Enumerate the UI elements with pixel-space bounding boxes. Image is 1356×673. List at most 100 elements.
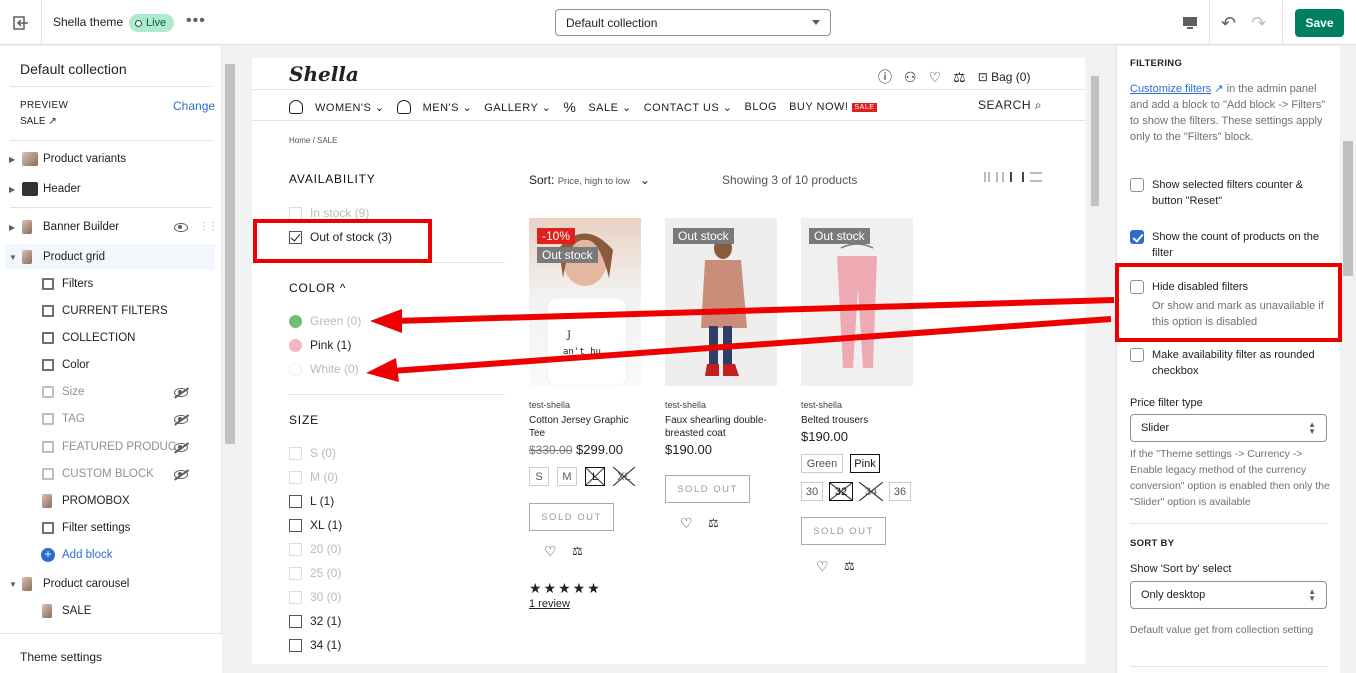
color-option-selected[interactable]: Pink (850, 454, 880, 473)
search-button[interactable]: SEARCH ⌕ (978, 98, 1042, 113)
add-block-button[interactable]: + Add block (0, 542, 215, 568)
block-item-collection[interactable]: COLLECTION (0, 325, 215, 351)
size-option-unavailable[interactable]: 32 (829, 482, 853, 501)
block-item-current-filters[interactable]: CURRENT FILTERS (0, 298, 215, 324)
block-item-filter-settings[interactable]: Filter settings (0, 515, 215, 541)
block-item-custom-block[interactable]: CUSTOM BLOCK (0, 461, 215, 487)
redo-icon[interactable]: ↷ (1251, 13, 1266, 34)
settings-scrollbar[interactable] (1340, 46, 1356, 673)
show-sort-select[interactable]: Only desktop ▲ ▼ (1130, 581, 1327, 609)
filter-color-white[interactable]: White (0) (289, 362, 359, 376)
size-option-unavailable[interactable]: L (585, 467, 605, 486)
scrollbar-thumb[interactable] (1091, 76, 1099, 206)
checkbox[interactable] (1130, 178, 1144, 192)
sidebar-item-product-grid[interactable]: ▼ Product grid (5, 244, 215, 270)
compare-icon[interactable]: ⚖ (708, 516, 719, 530)
product-vendor[interactable]: test-shella (529, 400, 570, 410)
wishlist-icon[interactable]: ♡ (680, 515, 693, 532)
undo-icon[interactable]: ↶ (1221, 13, 1236, 34)
wishlist-icon[interactable]: ♡ (816, 558, 829, 575)
nav-buy-now[interactable]: BUY NOW! SALE (789, 101, 878, 113)
more-actions-button[interactable]: ••• (186, 12, 206, 30)
sidebar-scrollbar[interactable] (222, 46, 238, 633)
preview-scrollbar[interactable] (1088, 58, 1102, 664)
sidebar-item-product-variants[interactable]: ▶ Product variants (0, 146, 215, 172)
grid-2-icon[interactable] (984, 172, 990, 182)
show-product-count-checkbox[interactable]: Show the count of products on the filter (1130, 229, 1330, 261)
scrollbar-thumb[interactable] (225, 64, 235, 444)
filter-in-stock[interactable]: In stock (9) (289, 206, 369, 220)
block-item-color[interactable]: Color (0, 352, 215, 378)
block-item-promobox[interactable]: PROMOBOX (0, 488, 215, 514)
nav-blog[interactable]: BLOG (745, 101, 778, 113)
scrollbar-thumb[interactable] (1343, 141, 1353, 276)
filter-size-l[interactable]: L (1) (289, 494, 334, 508)
grid-4-icon[interactable] (1010, 172, 1024, 182)
size-title[interactable]: SIZE (289, 413, 319, 427)
filter-size-m[interactable]: M (0) (289, 470, 338, 484)
filter-size-34[interactable]: 34 (1) (289, 638, 341, 652)
size-option[interactable]: M (557, 467, 577, 486)
sold-out-button[interactable]: SOLD OUT (801, 517, 886, 545)
wishlist-icon[interactable]: ♡ (544, 543, 557, 560)
change-preview-link[interactable]: Change (173, 99, 215, 113)
block-item-size[interactable]: Size (0, 379, 215, 405)
filter-color-pink[interactable]: Pink (1) (289, 338, 351, 352)
color-option[interactable]: Green (801, 454, 843, 473)
size-option[interactable]: 36 (889, 482, 911, 501)
help-icon[interactable]: ⓘ (878, 67, 892, 87)
nav-gallery[interactable]: GALLERY ⌄ (484, 101, 551, 114)
filter-color-green[interactable]: Green (0) (289, 314, 361, 328)
exit-button[interactable] (0, 0, 42, 45)
device-toggle-button[interactable] (1170, 0, 1210, 45)
filter-size-25[interactable]: 25 (0) (289, 566, 341, 580)
product-vendor[interactable]: test-shella (801, 400, 842, 410)
color-title[interactable]: COLOR ^ (289, 281, 346, 295)
product-title[interactable]: Faux shearling double-breasted coat (665, 414, 777, 440)
filter-size-20[interactable]: 20 (0) (289, 542, 341, 556)
sidebar-item-header[interactable]: ▶ Header (0, 176, 215, 202)
sidebar-item-product-carousel[interactable]: ▼ Product carousel (0, 571, 215, 597)
eye-hidden-icon[interactable] (174, 470, 188, 479)
eye-hidden-icon[interactable] (174, 443, 188, 452)
size-option-unavailable[interactable]: XL (613, 467, 635, 486)
compare-icon[interactable]: ⚖ (572, 544, 583, 558)
list-view-icon[interactable] (1030, 172, 1042, 182)
account-icon[interactable]: ⚇ (904, 69, 917, 86)
sold-out-button[interactable]: SOLD OUT (529, 503, 614, 531)
filter-size-30[interactable]: 30 (0) (289, 590, 341, 604)
filter-size-xl[interactable]: XL (1) (289, 518, 342, 532)
sold-out-button[interactable]: SOLD OUT (665, 475, 750, 503)
theme-settings-button[interactable]: Theme settings (0, 633, 222, 673)
product-title[interactable]: Belted trousers (801, 414, 913, 427)
product-vendor[interactable]: test-shella (665, 400, 706, 410)
filter-size-32[interactable]: 32 (1) (289, 614, 341, 628)
availability-title[interactable]: AVAILABILITY (289, 172, 376, 186)
eye-hidden-icon[interactable] (174, 415, 188, 424)
show-filters-counter-checkbox[interactable]: Show selected filters counter & button "… (1130, 177, 1330, 209)
grid-3-icon[interactable] (996, 172, 1004, 182)
customize-filters-link[interactable]: Customize filters (1130, 83, 1211, 95)
sort-select[interactable]: Sort: Price, high to low ⌄ (529, 173, 650, 187)
breadcrumb[interactable]: Home / SALE (289, 136, 337, 145)
compare-icon[interactable]: ⚖ (953, 69, 966, 86)
checkbox-checked[interactable] (1130, 230, 1144, 244)
eye-hidden-icon[interactable] (174, 388, 188, 397)
sidebar-item-banner-builder[interactable]: ▶ Banner Builder ⋮⋮ (0, 214, 218, 240)
size-option[interactable]: S (529, 467, 549, 486)
nav-sale[interactable]: SALE ⌄ (588, 101, 631, 114)
nav-contact-us[interactable]: CONTACT US ⌄ (644, 101, 733, 114)
size-option-unavailable[interactable]: 34 (859, 482, 883, 501)
nav-mens[interactable]: MEN'S ⌄ (423, 101, 473, 114)
store-logo[interactable]: Shella (289, 62, 359, 86)
price-filter-type-select[interactable]: Slider ▲ ▼ (1130, 414, 1327, 442)
template-select[interactable]: Default collection (555, 9, 831, 36)
size-option[interactable]: 30 (801, 482, 823, 501)
block-item-featured-products[interactable]: FEATURED PRODUC... (0, 434, 215, 460)
filter-size-s[interactable]: S (0) (289, 446, 336, 460)
block-item-filters[interactable]: Filters (0, 271, 215, 297)
checkbox[interactable] (1130, 348, 1144, 362)
save-button[interactable]: Save (1295, 9, 1344, 37)
review-link[interactable]: 1 review (529, 598, 570, 610)
rounded-availability-checkbox[interactable]: Make availability filter as rounded chec… (1130, 347, 1330, 379)
